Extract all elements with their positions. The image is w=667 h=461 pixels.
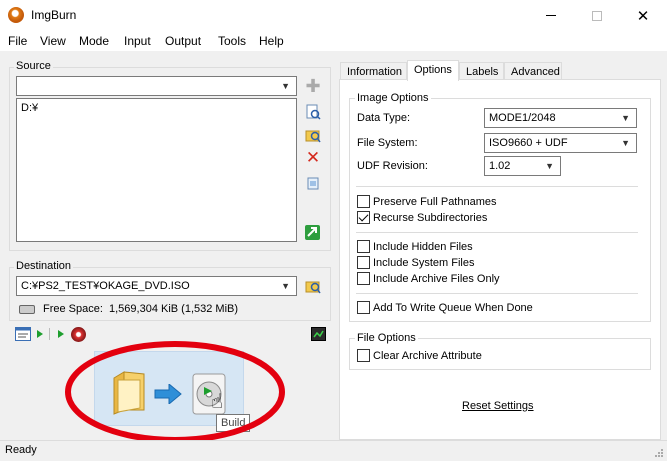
checkbox-label: Add To Write Queue When Done [373, 301, 533, 314]
checkbox-box [357, 301, 370, 314]
browse-destination-icon[interactable] [305, 278, 321, 294]
checkbox-box [357, 349, 370, 362]
image-options-group [349, 98, 651, 322]
add-to-write-queue-checkbox[interactable]: Add To Write Queue When Done [357, 301, 533, 314]
checkbox-box [357, 240, 370, 253]
resize-grip-icon[interactable] [652, 448, 664, 460]
file-system-label: File System: [357, 137, 418, 149]
toolbar-divider [49, 328, 50, 340]
preserve-full-pathnames-checkbox[interactable]: Preserve Full Pathnames [357, 195, 497, 208]
menu-view[interactable]: View [40, 34, 66, 48]
include-system-files-checkbox[interactable]: Include System Files [357, 256, 474, 269]
maximize-button[interactable] [574, 0, 620, 31]
file-system-select[interactable]: ISO9660 + UDF ▼ [484, 133, 637, 153]
file-system-value: ISO9660 + UDF [489, 137, 568, 149]
browse-folder-icon[interactable] [305, 127, 321, 143]
include-hidden-files-checkbox[interactable]: Include Hidden Files [357, 240, 473, 253]
data-type-select[interactable]: MODE1/2048 ▼ [484, 108, 637, 128]
checkbox-label: Include Archive Files Only [373, 272, 500, 285]
source-list-item[interactable]: D:¥ [21, 102, 38, 114]
annotation-circle [65, 341, 285, 443]
title-bar: ImgBurn ✕ [0, 0, 667, 31]
free-space-label: Free Space: [43, 303, 103, 315]
image-options-label: Image Options [355, 92, 431, 104]
menu-tools[interactable]: Tools [218, 34, 246, 48]
separator [356, 232, 638, 233]
play-small-icon-2[interactable] [58, 330, 64, 338]
clear-archive-attribute-checkbox[interactable]: Clear Archive Attribute [357, 349, 482, 362]
console-icon[interactable] [311, 327, 326, 341]
chevron-down-icon: ▼ [281, 281, 290, 291]
checkbox-box-checked [357, 211, 370, 224]
close-button[interactable]: ✕ [620, 0, 666, 31]
play-small-icon[interactable] [37, 330, 43, 338]
tab-options[interactable]: Options [407, 60, 459, 81]
window-title: ImgBurn [31, 8, 77, 22]
file-options-label: File Options [355, 332, 418, 344]
close-icon: ✕ [636, 7, 650, 25]
log-window-icon[interactable] [15, 327, 31, 341]
udf-revision-select[interactable]: 1.02 ▼ [484, 156, 561, 176]
recurse-subdirectories-checkbox[interactable]: Recurse Subdirectories [357, 211, 487, 224]
reset-settings-link[interactable]: Reset Settings [462, 400, 534, 412]
checkbox-label: Recurse Subdirectories [373, 211, 488, 224]
maximize-icon [592, 10, 602, 21]
menu-input[interactable]: Input [124, 34, 151, 48]
browse-file-icon[interactable] [305, 104, 321, 120]
checkbox-box [357, 195, 370, 208]
checkbox-label: Include System Files [373, 256, 475, 269]
chevron-down-icon: ▼ [621, 113, 630, 123]
free-space-value: 1,569,304 KiB (1,532 MiB) [109, 303, 239, 315]
destination-combo[interactable]: C:¥PS2_TEST¥OKAGE_DVD.ISO ▼ [16, 276, 297, 296]
data-type-label: Data Type: [357, 112, 410, 124]
imgburn-app-icon [8, 7, 24, 23]
chevron-down-icon: ▼ [545, 161, 554, 171]
menu-bar: File View Mode Input Output Tools Help [0, 31, 667, 51]
minimize-button[interactable] [528, 0, 574, 31]
source-label: Source [14, 60, 53, 72]
minimize-icon [546, 15, 556, 16]
clear-list-icon[interactable] [305, 175, 321, 191]
checkbox-label: Clear Archive Attribute [373, 349, 482, 362]
checkbox-label: Include Hidden Files [373, 240, 473, 253]
checkbox-label: Preserve Full Pathnames [373, 195, 497, 208]
calculate-green-icon[interactable] [304, 224, 320, 240]
checkbox-box [357, 256, 370, 269]
include-archive-files-only-checkbox[interactable]: Include Archive Files Only [357, 272, 500, 285]
menu-help[interactable]: Help [259, 34, 284, 48]
separator [356, 293, 638, 294]
destination-label: Destination [14, 260, 74, 272]
data-type-value: MODE1/2048 [489, 112, 556, 124]
menu-output[interactable]: Output [165, 34, 201, 48]
remove-x-icon[interactable]: ✕ [305, 148, 321, 167]
udf-revision-value: 1.02 [489, 160, 511, 172]
source-file-list[interactable]: D:¥ [16, 98, 297, 242]
destination-path: C:¥PS2_TEST¥OKAGE_DVD.ISO [21, 280, 190, 292]
menu-mode[interactable]: Mode [79, 34, 109, 48]
checkbox-box [357, 272, 370, 285]
chevron-down-icon: ▼ [281, 81, 290, 91]
status-bar: Ready [0, 440, 667, 461]
udf-revision-label: UDF Revision: [357, 160, 428, 172]
chevron-down-icon: ▼ [621, 138, 630, 148]
status-text: Ready [5, 444, 37, 456]
add-plus-icon[interactable]: ✚ [305, 76, 321, 96]
menu-file[interactable]: File [8, 34, 27, 48]
source-combo[interactable]: ▼ [16, 76, 297, 96]
drive-icon [19, 305, 35, 314]
separator [356, 186, 638, 187]
